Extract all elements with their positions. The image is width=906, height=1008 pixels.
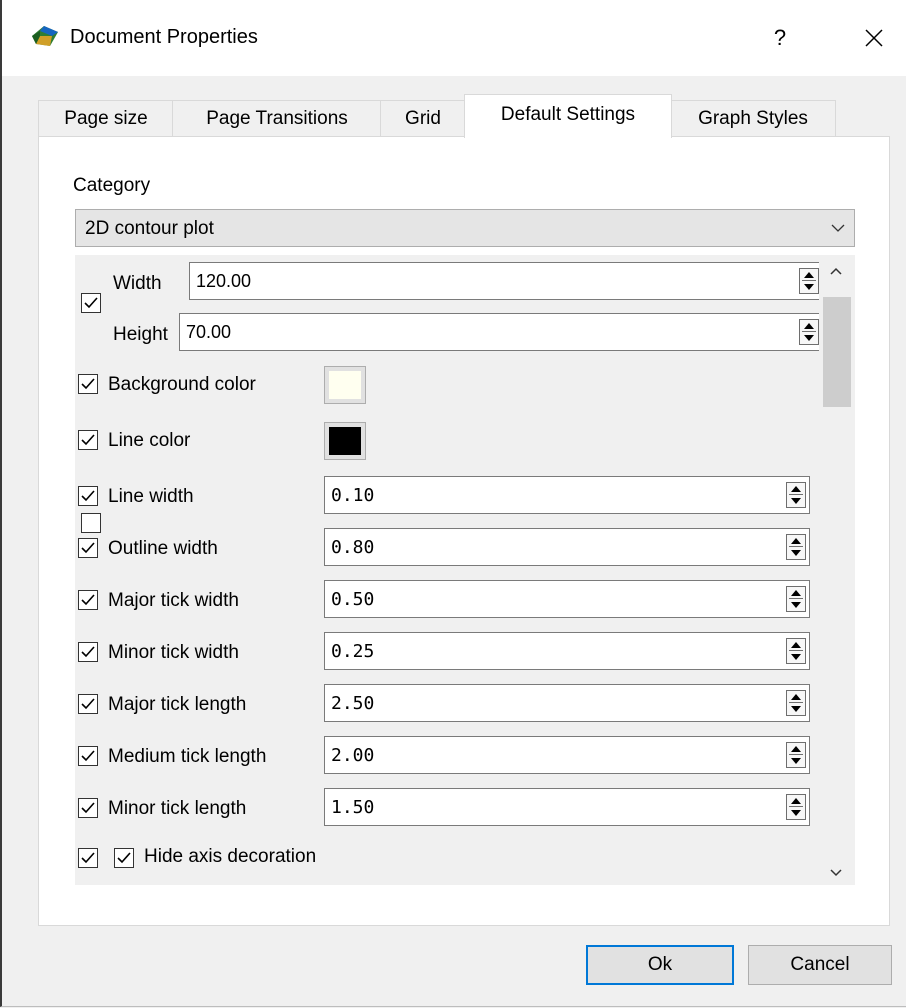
- major-tick-width-checkbox[interactable]: [78, 590, 98, 610]
- line-width-label: Line width: [108, 486, 194, 507]
- minor-tick-length-checkbox[interactable]: [78, 798, 98, 818]
- minor-tick-length-value: 1.50: [331, 797, 375, 818]
- major-tick-width-label: Major tick width: [108, 590, 239, 611]
- hide-axis-outer-checkbox[interactable]: [78, 848, 98, 868]
- ok-button[interactable]: Ok: [586, 945, 734, 985]
- line-width-stepper[interactable]: [786, 482, 806, 508]
- major-tick-width-value: 0.50: [331, 589, 375, 610]
- window-title: Document Properties: [70, 26, 258, 48]
- outline-width-label: Outline width: [108, 538, 218, 559]
- major-tick-width-spinbox[interactable]: 0.50: [324, 580, 810, 618]
- settings-scrollbar[interactable]: [819, 255, 853, 885]
- minor-tick-length-stepper[interactable]: [786, 794, 806, 820]
- help-button[interactable]: ?: [760, 14, 800, 62]
- minor-tick-width-spinbox[interactable]: 0.25: [324, 632, 810, 670]
- minor-tick-length-spinbox[interactable]: 1.50: [324, 788, 810, 826]
- line-color-checkbox[interactable]: [78, 430, 98, 450]
- scroll-down-icon[interactable]: [827, 867, 845, 879]
- major-tick-width-stepper[interactable]: [786, 586, 806, 612]
- line-color-label: Line color: [108, 430, 191, 451]
- medium-tick-length-value: 2.00: [331, 745, 375, 766]
- background-color-checkbox[interactable]: [78, 374, 98, 394]
- minor-tick-width-stepper[interactable]: [786, 638, 806, 664]
- tab-default-settings[interactable]: Default Settings: [464, 94, 672, 138]
- background-color-swatch[interactable]: [324, 366, 366, 404]
- tab-page-transitions[interactable]: Page Transitions: [172, 100, 382, 137]
- medium-tick-length-checkbox[interactable]: [78, 746, 98, 766]
- major-tick-length-stepper[interactable]: [786, 690, 806, 716]
- minor-tick-length-label: Minor tick length: [108, 798, 247, 819]
- category-label: Category: [73, 175, 151, 196]
- medium-tick-length-stepper[interactable]: [786, 742, 806, 768]
- scrollbar-thumb[interactable]: [823, 297, 851, 407]
- line-width-spinbox[interactable]: 0.10: [324, 476, 810, 514]
- outline-width-checkbox[interactable]: [78, 538, 98, 558]
- category-select-value: 2D contour plot: [85, 218, 214, 239]
- outline-width-spinbox[interactable]: 0.80: [324, 528, 810, 566]
- minor-tick-width-checkbox[interactable]: [78, 642, 98, 662]
- major-tick-length-value: 2.50: [331, 693, 375, 714]
- outline-width-value: 0.80: [331, 537, 375, 558]
- tab-grid[interactable]: Grid: [380, 100, 466, 137]
- hide-axis-decoration-checkbox[interactable]: [114, 848, 134, 868]
- major-tick-length-checkbox[interactable]: [78, 694, 98, 714]
- settings-rows: Background color Line color Line width 0.…: [72, 254, 816, 884]
- background-color-label: Background color: [108, 374, 256, 395]
- line-width-value: 0.10: [331, 485, 375, 506]
- outline-width-stepper[interactable]: [786, 534, 806, 560]
- line-color-swatch[interactable]: [324, 422, 366, 460]
- cancel-button[interactable]: Cancel: [748, 945, 892, 985]
- hide-axis-decoration-label: Hide axis decoration: [144, 846, 317, 867]
- tab-page-size[interactable]: Page size: [38, 100, 174, 137]
- tab-graph-styles[interactable]: Graph Styles: [670, 100, 836, 137]
- app-logo-icon: [32, 26, 58, 46]
- medium-tick-length-label: Medium tick length: [108, 746, 267, 767]
- minor-tick-width-value: 0.25: [331, 641, 375, 662]
- line-width-checkbox[interactable]: [78, 486, 98, 506]
- scroll-up-icon[interactable]: [827, 265, 845, 277]
- close-icon[interactable]: [850, 14, 898, 62]
- chevron-down-icon: [831, 224, 845, 232]
- major-tick-length-spinbox[interactable]: 2.50: [324, 684, 810, 722]
- minor-tick-width-label: Minor tick width: [108, 642, 239, 663]
- medium-tick-length-spinbox[interactable]: 2.00: [324, 736, 810, 774]
- title-bar: Document Properties ?: [2, 0, 906, 76]
- major-tick-length-label: Major tick length: [108, 694, 247, 715]
- category-select[interactable]: 2D contour plot: [75, 209, 855, 247]
